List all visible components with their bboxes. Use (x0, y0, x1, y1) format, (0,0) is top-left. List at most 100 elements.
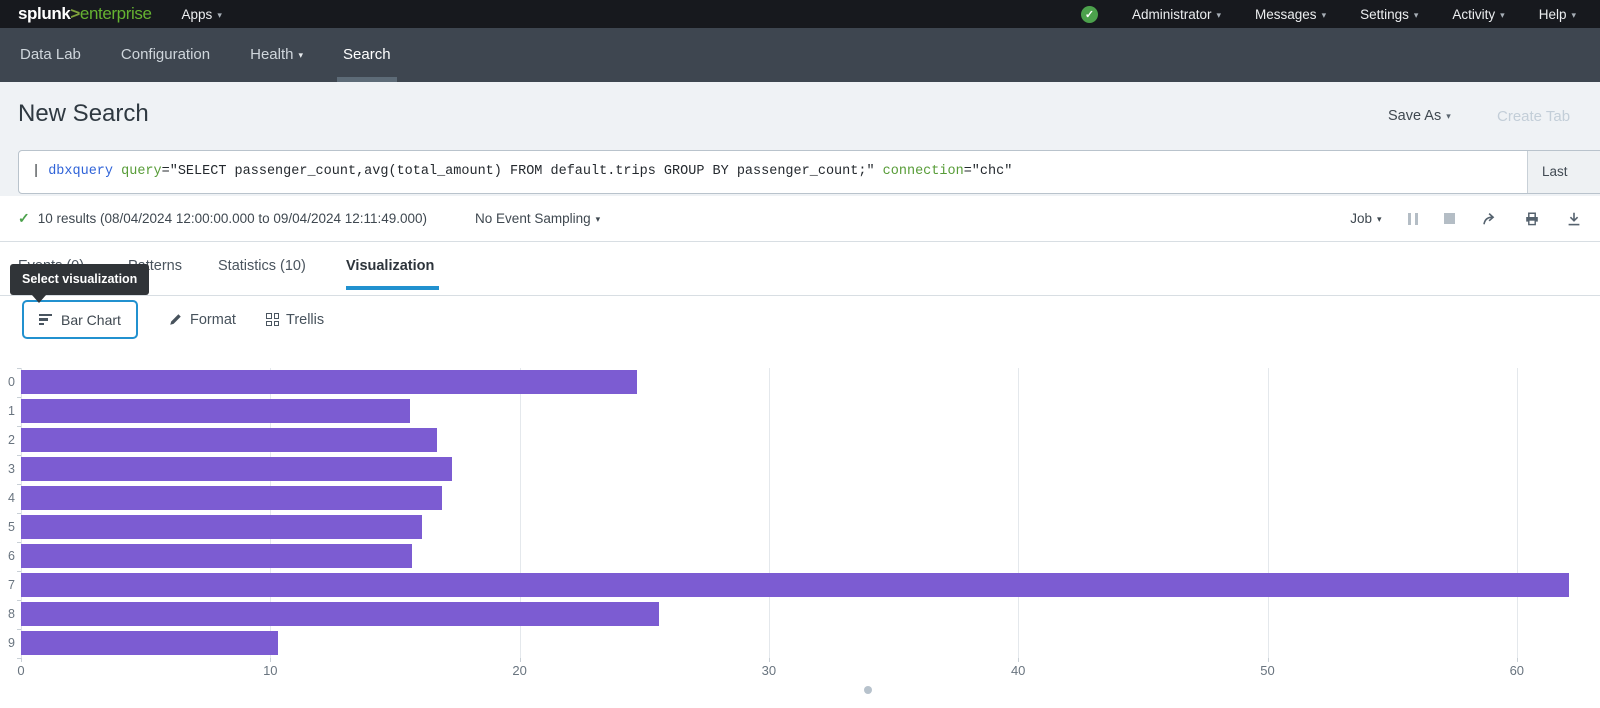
chart-bar[interactable] (21, 631, 278, 655)
results-bar: ✓ 10 results (08/04/2024 12:00:00.000 to… (0, 196, 1600, 242)
active-tab-indicator (346, 286, 439, 290)
export-download-icon[interactable] (1566, 211, 1582, 227)
menu-label: Activity (1452, 7, 1495, 22)
format-button[interactable]: Format (168, 300, 236, 339)
menu-help[interactable]: Help ▾ (1539, 7, 1576, 22)
nav-item-health[interactable]: Health▾ (250, 28, 303, 82)
print-icon[interactable] (1524, 211, 1540, 227)
chart-bar[interactable] (21, 370, 637, 394)
x-axis-tick (1018, 658, 1019, 662)
x-axis-tick-label: 30 (762, 663, 776, 678)
y-axis-tick (17, 658, 21, 659)
menu-administrator[interactable]: Administrator▾ (1132, 7, 1221, 22)
menu-settings[interactable]: Settings▾ (1360, 7, 1418, 22)
chevron-down-icon: ▾ (1414, 10, 1419, 20)
nav-item-data-lab[interactable]: Data Lab (20, 28, 81, 82)
chart-bar[interactable] (21, 428, 437, 452)
query-arg-key: connection (875, 164, 964, 179)
trellis-label: Trellis (286, 312, 324, 328)
chart-type-label: Bar Chart (61, 312, 121, 328)
x-axis-tick (270, 658, 271, 662)
x-axis-tick-label: 10 (263, 663, 277, 678)
chart-bar[interactable] (21, 515, 422, 539)
app-nav-bar: Data Lab Configuration Health▾ Search (0, 28, 1600, 82)
topbar-right-menus: ✓ Administrator▾ Messages▾ Settings▾ Act… (1081, 6, 1576, 23)
stop-icon[interactable] (1444, 213, 1455, 224)
y-axis-tick (17, 600, 21, 601)
y-axis-tick-label: 3 (0, 457, 15, 481)
y-axis-tick-label: 5 (0, 515, 15, 539)
query-equals: = (162, 164, 170, 179)
tab-visualization[interactable]: Visualization (346, 258, 434, 274)
bar-chart-icon (39, 314, 52, 326)
tooltip-caret (32, 295, 46, 303)
chart-gridline (1018, 368, 1019, 658)
apps-menu[interactable]: Apps▾ (182, 7, 222, 22)
y-axis-tick (17, 513, 21, 514)
pause-icon[interactable] (1408, 213, 1419, 225)
job-controls: Job▾ (1350, 211, 1582, 227)
query-arg-value: "chc" (972, 164, 1013, 179)
scroll-indicator-dot (864, 686, 872, 694)
x-axis-tick-label: 40 (1011, 663, 1025, 678)
chart-gridline (769, 368, 770, 658)
save-as-label: Save As (1388, 108, 1441, 124)
x-axis-tick-label: 0 (17, 663, 24, 678)
nav-item-label: Configuration (121, 46, 210, 63)
search-query-input[interactable]: | dbxquery query="SELECT passenger_count… (19, 151, 1527, 193)
results-check-icon: ✓ (18, 210, 30, 227)
chart-bar[interactable] (21, 602, 659, 626)
health-check-icon[interactable]: ✓ (1081, 6, 1098, 23)
trellis-button[interactable]: Trellis (266, 300, 324, 339)
chart-bar[interactable] (21, 457, 452, 481)
event-sampling-label: No Event Sampling (475, 211, 591, 226)
nav-item-label: Data Lab (20, 46, 81, 63)
menu-activity[interactable]: Activity▾ (1452, 7, 1504, 22)
save-as-button[interactable]: Save As ▾ (1388, 108, 1451, 124)
y-axis-tick-label: 8 (0, 602, 15, 626)
y-axis-tick (17, 455, 21, 456)
results-summary: 10 results (08/04/2024 12:00:00.000 to 0… (38, 211, 427, 226)
format-label: Format (190, 312, 236, 328)
chevron-down-icon: ▾ (1322, 10, 1327, 20)
y-axis-tick (17, 484, 21, 485)
menu-messages[interactable]: Messages▾ (1255, 7, 1326, 22)
chevron-down-icon: ▾ (596, 214, 601, 224)
chart-bar[interactable] (21, 544, 412, 568)
event-sampling-menu[interactable]: No Event Sampling ▾ (475, 211, 600, 226)
nav-item-search[interactable]: Search (343, 28, 391, 82)
y-axis-tick (17, 368, 21, 369)
chart-bar[interactable] (21, 399, 410, 423)
menu-label: Help (1539, 7, 1567, 22)
chevron-down-icon: ▾ (1571, 10, 1576, 20)
query-arg-value: "SELECT passenger_count,avg(total_amount… (170, 164, 875, 179)
x-axis-tick (21, 658, 22, 662)
logo-gt-text: > (70, 4, 80, 23)
time-range-picker[interactable]: Last (1527, 151, 1600, 193)
chevron-down-icon: ▾ (298, 50, 303, 60)
create-table-view-button: Create Tab (1497, 108, 1570, 125)
y-axis-tick (17, 629, 21, 630)
trellis-grid-icon (266, 313, 279, 326)
x-axis-tick (520, 658, 521, 662)
chart-type-picker-button[interactable]: Bar Chart (22, 300, 138, 339)
y-axis-tick-label: 6 (0, 544, 15, 568)
check-icon: ✓ (1085, 8, 1094, 21)
y-axis-tick (17, 542, 21, 543)
splunk-logo: splunk>enterprise (18, 4, 152, 24)
tab-statistics[interactable]: Statistics (10) (218, 258, 306, 274)
nav-item-label: Search (343, 46, 391, 63)
nav-item-configuration[interactable]: Configuration (121, 28, 210, 82)
share-icon[interactable] (1481, 211, 1498, 227)
chevron-down-icon: ▾ (1217, 10, 1222, 20)
job-menu[interactable]: Job▾ (1350, 211, 1381, 226)
chart-bar[interactable] (21, 486, 442, 510)
apps-menu-label: Apps (182, 7, 213, 22)
pencil-icon (168, 312, 183, 327)
y-axis-tick (17, 426, 21, 427)
chart-bar[interactable] (21, 573, 1569, 597)
chevron-down-icon: ▾ (1446, 111, 1451, 121)
y-axis-tick-label: 2 (0, 428, 15, 452)
y-axis-tick-label: 4 (0, 486, 15, 510)
results-tabs: Events (0) Patterns Statistics (10) Visu… (0, 242, 1600, 296)
